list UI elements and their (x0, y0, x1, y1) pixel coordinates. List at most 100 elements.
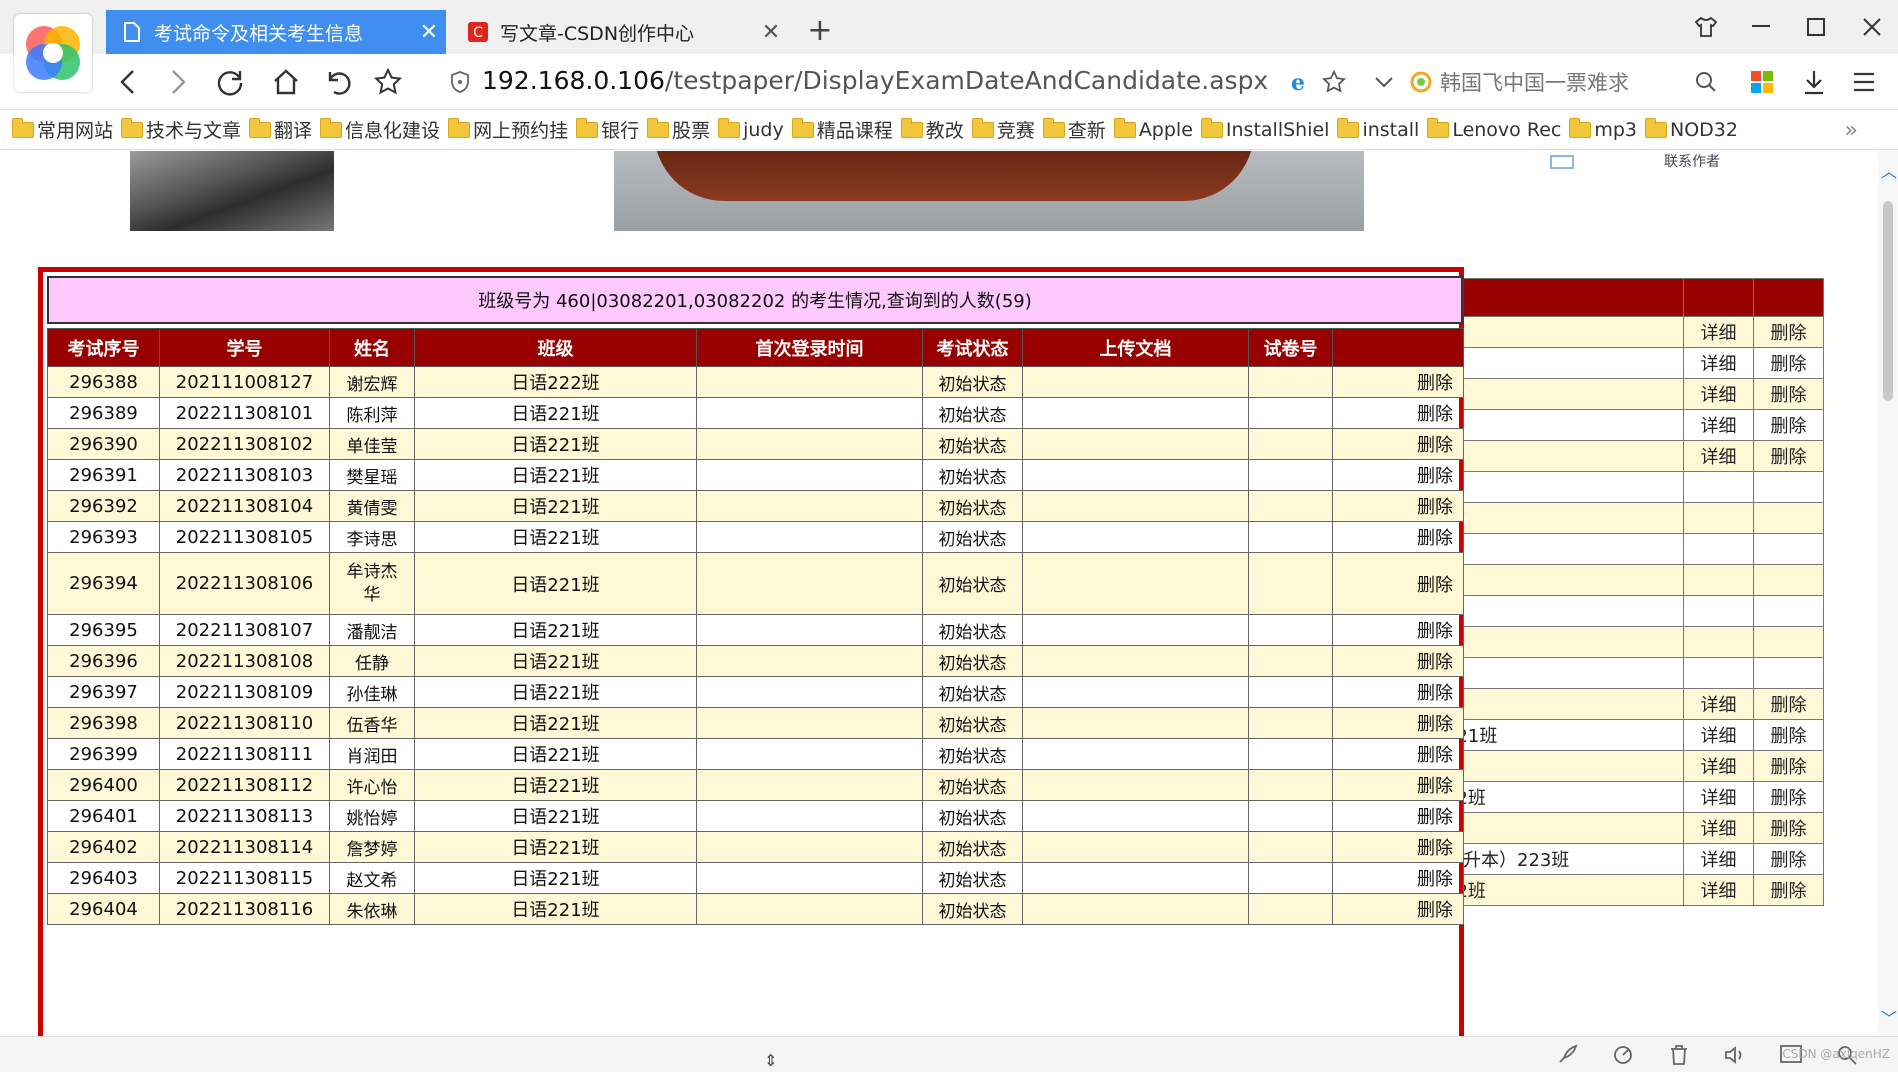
menu-icon[interactable] (1844, 64, 1884, 100)
bg-delete-link[interactable]: 删除 (1753, 750, 1824, 782)
back-icon[interactable] (108, 64, 148, 100)
download-icon[interactable] (1794, 64, 1834, 100)
bookmark-item[interactable]: Lenovo Rec (1427, 117, 1561, 141)
more-bookmarks-icon[interactable]: » (1845, 118, 1858, 143)
class-cell: 日语221班 (414, 552, 697, 615)
bookmark-item[interactable]: judy (718, 117, 784, 141)
bookmark-item[interactable]: InstallShiel (1200, 117, 1329, 141)
bookmark-item[interactable]: 股票 (647, 116, 710, 143)
minimize-button[interactable] (1742, 12, 1782, 42)
detail-link[interactable]: 详细 (1683, 409, 1754, 441)
bookmark-item[interactable]: 精品课程 (791, 116, 893, 143)
detail-link[interactable]: 详细 (1683, 781, 1754, 813)
bookmark-item[interactable]: install (1337, 117, 1419, 141)
bg-delete-link[interactable]: 删除 (1753, 688, 1824, 720)
delete-link[interactable]: 删除 (1417, 714, 1453, 735)
detail-link[interactable]: 详细 (1683, 688, 1754, 720)
bg-delete-link[interactable]: 删除 (1753, 378, 1824, 410)
bookmark-item[interactable]: Apple (1113, 117, 1193, 141)
apps-grid-icon[interactable] (1742, 64, 1782, 100)
reload-icon[interactable] (210, 64, 250, 100)
delete-link[interactable]: 删除 (1417, 838, 1453, 859)
chevron-down-icon[interactable] (1364, 64, 1404, 100)
bg-delete-link[interactable]: 删除 (1753, 874, 1824, 906)
bookmark-item[interactable]: 网上预约挂 (448, 116, 568, 143)
delete-link[interactable]: 删除 (1417, 869, 1453, 890)
bg-delete-link[interactable]: 删除 (1753, 316, 1824, 348)
detail-link[interactable]: 详细 (1683, 750, 1754, 782)
bg-delete-link[interactable]: 删除 (1753, 812, 1824, 844)
resize-handle-icon[interactable]: ⇕ (764, 1051, 777, 1070)
tab-csdn[interactable]: C 写文章-CSDN创作中心 ✕ (452, 10, 788, 54)
detail-link[interactable]: 详细 (1683, 874, 1754, 906)
detail-link[interactable]: 详细 (1683, 378, 1754, 410)
maximize-button[interactable] (1796, 12, 1836, 42)
delete-link[interactable]: 删除 (1417, 528, 1453, 549)
ie-mode-icon[interactable]: e (1278, 64, 1318, 100)
bg-delete-link[interactable]: 删除 (1753, 347, 1824, 379)
bg-delete-link[interactable]: 删除 (1753, 409, 1824, 441)
bg-delete-link[interactable]: 删除 (1753, 781, 1824, 813)
scroll-down-icon[interactable]: ﹀ (1881, 1011, 1897, 1027)
delete-link[interactable]: 删除 (1417, 373, 1453, 394)
detail-link[interactable]: 详细 (1683, 316, 1754, 348)
delete-link[interactable]: 删除 (1417, 652, 1453, 673)
delete-link[interactable]: 删除 (1417, 404, 1453, 425)
scroll-up-icon[interactable]: ︿ (1881, 164, 1897, 180)
delete-link[interactable]: 删除 (1417, 497, 1453, 518)
speedup-icon[interactable] (1610, 1043, 1636, 1067)
search-input[interactable]: 韩国飞中国一票难求 (1408, 64, 1708, 100)
shirt-icon[interactable] (1686, 12, 1726, 42)
close-window-button[interactable] (1852, 12, 1892, 42)
table-row: 296388 202111008127 谢宏辉 日语222班 初始状态 删除 (47, 366, 1464, 398)
bg-delete-link[interactable]: 删除 (1753, 440, 1824, 472)
bookmark-item[interactable]: 技术与文章 (121, 116, 241, 143)
detail-link[interactable]: 详细 (1683, 843, 1754, 875)
favorite-star-icon[interactable] (368, 64, 408, 100)
browser-logo-icon[interactable] (14, 14, 92, 92)
close-icon[interactable]: ✕ (412, 20, 446, 45)
table-row: 296403 202211308115 赵文希 日语221班 初始状态 删除 (47, 862, 1464, 894)
detail-link[interactable]: 详细 (1683, 719, 1754, 751)
bookmark-item[interactable]: 教改 (900, 116, 964, 143)
delete-link[interactable]: 删除 (1417, 683, 1453, 704)
detail-link[interactable]: 详细 (1683, 812, 1754, 844)
detail-link[interactable]: 详细 (1683, 347, 1754, 379)
new-tab-button[interactable]: + (802, 14, 838, 50)
tab-exam-info[interactable]: 考试命令及相关考生信息 ✕ (106, 10, 446, 54)
address-url[interactable]: 192.168.0.106/testpaper/DisplayExamDateA… (482, 66, 1268, 95)
bg-delete-link[interactable]: 删除 (1753, 843, 1824, 875)
delete-link[interactable]: 删除 (1417, 575, 1453, 596)
bookmark-item[interactable]: 翻译 (249, 116, 312, 143)
delete-link[interactable]: 删除 (1417, 807, 1453, 828)
bookmark-item[interactable]: 查新 (1042, 116, 1106, 143)
bookmark-item[interactable]: mp3 (1569, 117, 1637, 141)
contact-author-link[interactable]: 联系作者 (1550, 151, 1730, 170)
delete-link[interactable]: 删除 (1417, 621, 1453, 642)
volume-icon[interactable] (1722, 1043, 1748, 1067)
bookmark-item[interactable]: 信息化建设 (320, 116, 440, 143)
trash-icon[interactable] (1666, 1043, 1692, 1067)
delete-link[interactable]: 删除 (1417, 435, 1453, 456)
bg-table-row (1440, 502, 1824, 534)
bg-delete-link[interactable]: 删除 (1753, 719, 1824, 751)
detail-link[interactable]: 详细 (1683, 440, 1754, 472)
bookmark-item[interactable]: 常用网站 (12, 116, 113, 143)
scrollbar-thumb[interactable] (1883, 201, 1893, 401)
close-icon[interactable]: ✕ (754, 20, 788, 45)
delete-link[interactable]: 删除 (1417, 745, 1453, 766)
forward-icon[interactable] (158, 64, 198, 100)
delete-link[interactable]: 删除 (1417, 466, 1453, 487)
delete-link[interactable]: 删除 (1417, 776, 1453, 797)
search-icon[interactable] (1686, 64, 1726, 100)
bookmark-item[interactable]: 银行 (576, 116, 639, 143)
bookmark-star-icon[interactable] (1314, 64, 1354, 100)
delete-link[interactable]: 删除 (1417, 900, 1453, 921)
rocket-icon[interactable] (1554, 1043, 1580, 1067)
security-shield-icon[interactable] (440, 64, 480, 100)
home-icon[interactable] (266, 64, 306, 100)
bookmark-item[interactable]: NOD32 (1645, 117, 1738, 141)
vertical-scrollbar[interactable]: ︿ ﹀ (1878, 151, 1898, 1036)
undo-icon[interactable] (318, 64, 358, 100)
bookmark-item[interactable]: 竞赛 (971, 116, 1035, 143)
